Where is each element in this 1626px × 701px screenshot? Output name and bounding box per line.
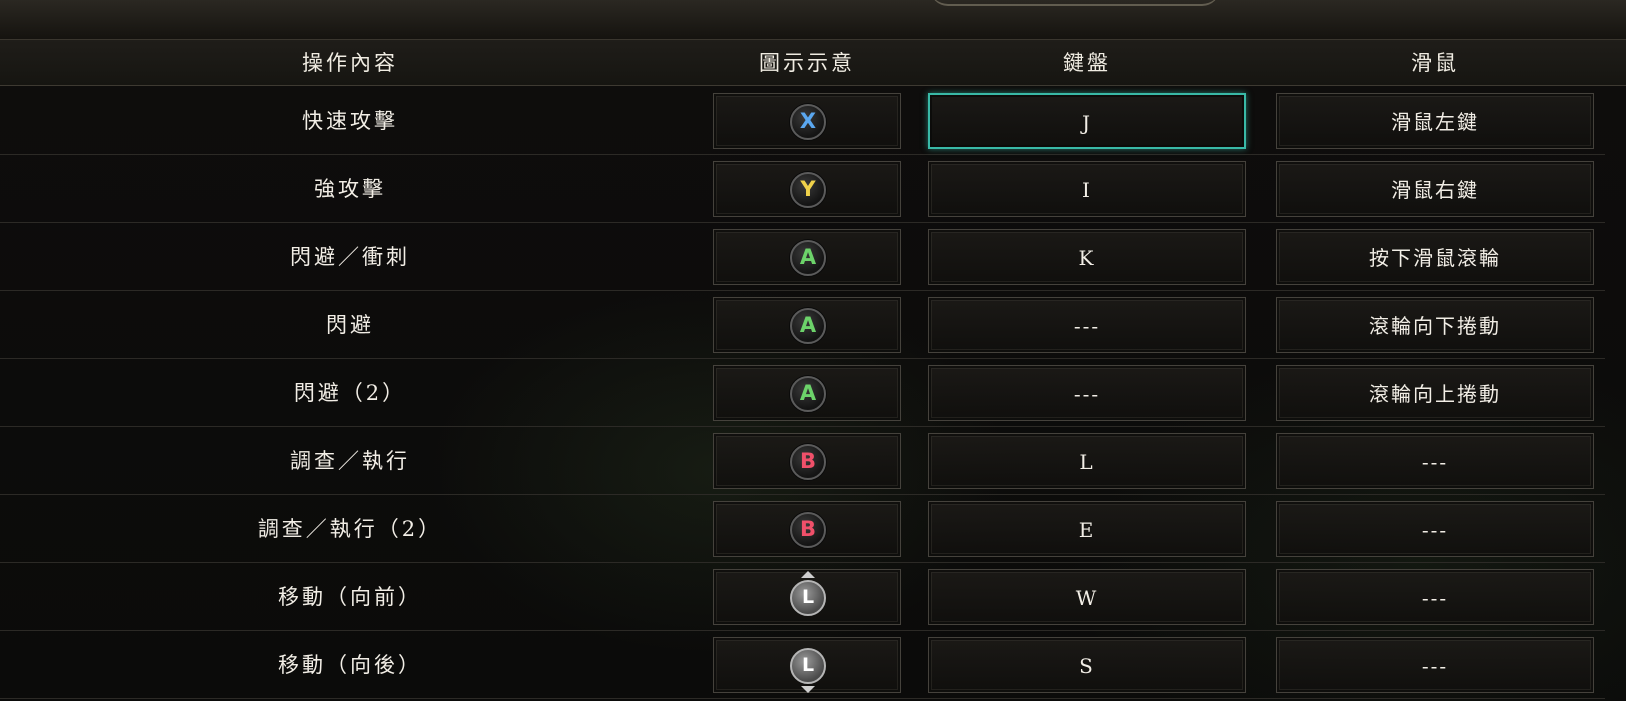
keyboard-binding-cell[interactable]: --- bbox=[928, 297, 1246, 353]
keyboard-key: --- bbox=[1073, 382, 1101, 406]
icon-cell: A bbox=[713, 365, 901, 421]
mouse-binding: --- bbox=[1421, 450, 1449, 474]
keyboard-key: E bbox=[1078, 518, 1096, 542]
operation-label: 調查／執行（2） bbox=[257, 517, 443, 541]
header-operation: 操作內容 bbox=[302, 51, 398, 75]
mouse-binding: 按下滑鼠滾輪 bbox=[1369, 246, 1501, 270]
table-row[interactable]: 移動（向前） L W --- bbox=[0, 563, 1605, 631]
keyboard-binding-cell[interactable]: K bbox=[928, 229, 1246, 285]
operation-label: 閃避（2） bbox=[293, 381, 407, 405]
table-header: 操作內容 圖示示意 鍵盤 滑鼠 bbox=[0, 40, 1626, 86]
mouse-binding: --- bbox=[1421, 518, 1449, 542]
keyboard-key: W bbox=[1075, 586, 1099, 610]
table-row[interactable]: 閃避 A --- 滾輪向下捲動 bbox=[0, 291, 1605, 359]
table-row[interactable]: 調查／執行 B L --- bbox=[0, 427, 1605, 495]
keyboard-key: I bbox=[1082, 178, 1092, 202]
icon-cell: L bbox=[713, 637, 901, 693]
keyboard-key: --- bbox=[1073, 314, 1101, 338]
icon-cell: L bbox=[713, 569, 901, 625]
header-icon: 圖示示意 bbox=[759, 51, 855, 75]
keyboard-key: K bbox=[1078, 246, 1096, 270]
operation-label: 閃避 bbox=[326, 313, 374, 337]
table-row[interactable]: 移動（向後） L S --- bbox=[0, 631, 1605, 699]
left-stick-up-icon: L bbox=[790, 580, 826, 616]
top-ornament bbox=[930, 0, 1220, 6]
mouse-binding-cell[interactable]: --- bbox=[1276, 433, 1594, 489]
b-button-icon: B bbox=[790, 512, 826, 548]
mouse-binding: --- bbox=[1421, 654, 1449, 678]
keyboard-binding-cell[interactable]: W bbox=[928, 569, 1246, 625]
mouse-binding: 滑鼠左鍵 bbox=[1391, 110, 1479, 134]
table-row[interactable]: 閃避／衝刺 A K 按下滑鼠滾輪 bbox=[0, 223, 1605, 291]
mouse-binding-cell[interactable]: 滑鼠右鍵 bbox=[1276, 161, 1594, 217]
arrow-up-icon bbox=[801, 571, 815, 578]
icon-cell: Y bbox=[713, 161, 901, 217]
icon-cell: A bbox=[713, 229, 901, 285]
table-row[interactable]: 調查／執行（2） B E --- bbox=[0, 495, 1605, 563]
mouse-binding-cell[interactable]: --- bbox=[1276, 569, 1594, 625]
keyboard-key: J bbox=[1081, 111, 1093, 135]
left-stick-down-icon: L bbox=[790, 648, 826, 684]
keyboard-key: L bbox=[1079, 450, 1095, 474]
icon-cell: A bbox=[713, 297, 901, 353]
mouse-binding-cell[interactable]: --- bbox=[1276, 501, 1594, 557]
keyboard-binding-cell[interactable]: E bbox=[928, 501, 1246, 557]
mouse-binding: 滾輪向上捲動 bbox=[1369, 382, 1501, 406]
keyboard-binding-cell[interactable]: S bbox=[928, 637, 1246, 693]
header-keyboard: 鍵盤 bbox=[1063, 51, 1111, 75]
operation-label: 移動（向後） bbox=[278, 653, 422, 677]
keyboard-key: S bbox=[1079, 654, 1095, 678]
table-row[interactable]: 強攻擊 Y I 滑鼠右鍵 bbox=[0, 155, 1605, 223]
icon-cell: X bbox=[713, 93, 901, 149]
operation-label: 快速攻擊 bbox=[302, 109, 398, 133]
table-row[interactable]: 閃避（2） A --- 滾輪向上捲動 bbox=[0, 359, 1605, 427]
a-button-icon: A bbox=[790, 240, 826, 276]
operation-label: 移動（向前） bbox=[278, 585, 422, 609]
operation-label: 閃避／衝刺 bbox=[290, 245, 410, 269]
mouse-binding: 滑鼠右鍵 bbox=[1391, 178, 1479, 202]
keyboard-binding-cell[interactable]: J bbox=[928, 93, 1246, 149]
top-frame bbox=[0, 0, 1626, 40]
icon-cell: B bbox=[713, 433, 901, 489]
table-row[interactable]: 快速攻擊 X J 滑鼠左鍵 bbox=[0, 87, 1605, 155]
mouse-binding: 滾輪向下捲動 bbox=[1369, 314, 1501, 338]
b-button-icon: B bbox=[790, 444, 826, 480]
y-button-icon: Y bbox=[790, 172, 826, 208]
operation-label: 調查／執行 bbox=[290, 449, 410, 473]
icon-cell: B bbox=[713, 501, 901, 557]
keyboard-binding-cell[interactable]: --- bbox=[928, 365, 1246, 421]
mouse-binding: --- bbox=[1421, 586, 1449, 610]
header-mouse: 滑鼠 bbox=[1411, 51, 1459, 75]
arrow-down-icon bbox=[801, 686, 815, 693]
operation-label: 強攻擊 bbox=[314, 177, 386, 201]
a-button-icon: A bbox=[790, 376, 826, 412]
keyboard-binding-cell[interactable]: I bbox=[928, 161, 1246, 217]
mouse-binding-cell[interactable]: 滾輪向上捲動 bbox=[1276, 365, 1594, 421]
x-button-icon: X bbox=[790, 104, 826, 140]
mouse-binding-cell[interactable]: 滾輪向下捲動 bbox=[1276, 297, 1594, 353]
keyboard-binding-cell[interactable]: L bbox=[928, 433, 1246, 489]
mouse-binding-cell[interactable]: --- bbox=[1276, 637, 1594, 693]
mouse-binding-cell[interactable]: 按下滑鼠滾輪 bbox=[1276, 229, 1594, 285]
mouse-binding-cell[interactable]: 滑鼠左鍵 bbox=[1276, 93, 1594, 149]
a-button-icon: A bbox=[790, 308, 826, 344]
